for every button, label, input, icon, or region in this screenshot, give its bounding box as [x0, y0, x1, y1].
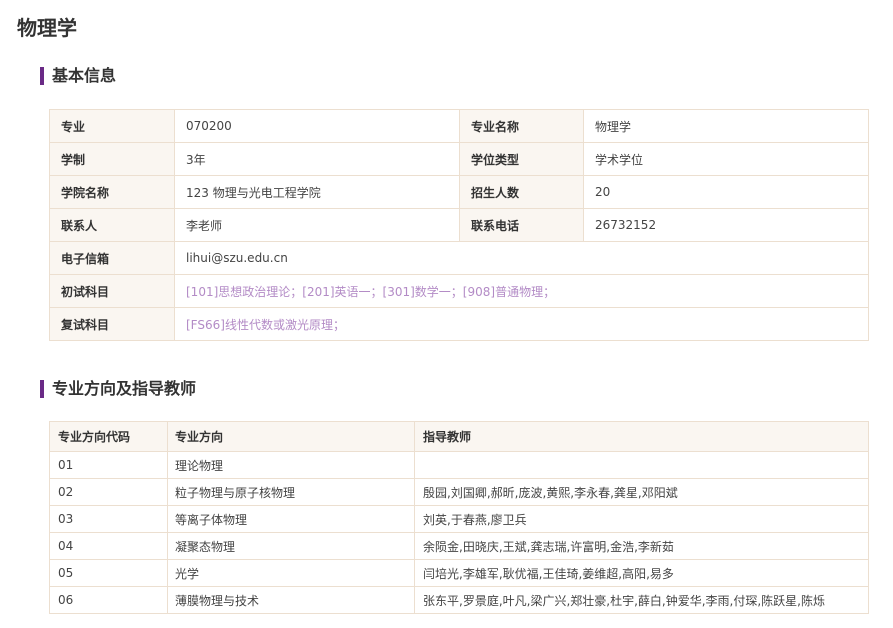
retest-link[interactable]: [FS66]线性代数或激光原理； [174, 307, 869, 341]
field-label: 联系电话 [459, 208, 584, 242]
field-label: 联系人 [49, 208, 175, 242]
table-row: 复试科目 [FS66]线性代数或激光原理； [49, 307, 869, 341]
retest-label: 复试科目 [49, 307, 175, 341]
direction-code: 02 [49, 478, 168, 506]
table-row: 专业 070200 专业名称 物理学 [49, 109, 869, 143]
directions-table: 专业方向代码 专业方向 指导教师 01 理论物理 02 粒子物理与原子核物理 殷… [49, 421, 869, 614]
direction-code: 05 [49, 559, 168, 587]
direction-name: 光学 [167, 559, 415, 587]
table-row: 学制 3年 学位类型 学术学位 [49, 142, 869, 176]
table-row: 02 粒子物理与原子核物理 殷园,刘国卿,郝昕,庞波,黄熙,李永春,龚星,邓阳斌 [49, 478, 869, 506]
column-header-direction: 专业方向 [167, 421, 415, 452]
direction-name: 等离子体物理 [167, 505, 415, 533]
column-header-advisors: 指导教师 [414, 421, 869, 452]
table-row: 初试科目 [101]思想政治理论；[201]英语一；[301]数学一；[908]… [49, 274, 869, 308]
direction-advisors: 闫培光,李雄军,耿优福,王佳琦,姜维超,高阳,易多 [414, 559, 869, 587]
direction-code: 06 [49, 586, 168, 614]
field-label: 学位类型 [459, 142, 584, 176]
direction-advisors: 刘英,于春燕,廖卫兵 [414, 505, 869, 533]
page-title: 物理学 [17, 16, 77, 40]
field-value: 123 物理与光电工程学院 [174, 175, 460, 209]
field-value: 学术学位 [583, 142, 869, 176]
field-value: 物理学 [583, 109, 869, 143]
direction-advisors [414, 451, 869, 479]
direction-name: 理论物理 [167, 451, 415, 479]
section-title-basic-info: 基本信息 [40, 66, 116, 86]
field-value: 3年 [174, 142, 460, 176]
direction-advisors: 张东平,罗景庭,叶凡,梁广兴,郑壮豪,杜宇,薛白,钟爱华,李雨,付琛,陈跃星,陈… [414, 586, 869, 614]
table-row: 05 光学 闫培光,李雄军,耿优福,王佳琦,姜维超,高阳,易多 [49, 559, 869, 587]
table-row: 06 薄膜物理与技术 张东平,罗景庭,叶凡,梁广兴,郑壮豪,杜宇,薛白,钟爱华,… [49, 586, 869, 614]
direction-name: 薄膜物理与技术 [167, 586, 415, 614]
direction-code: 04 [49, 532, 168, 560]
table-row: 电子信箱 lihui@szu.edu.cn [49, 241, 869, 275]
email-value: lihui@szu.edu.cn [174, 241, 869, 275]
direction-code: 01 [49, 451, 168, 479]
field-value: 26732152 [583, 208, 869, 242]
direction-name: 粒子物理与原子核物理 [167, 478, 415, 506]
field-value: 070200 [174, 109, 460, 143]
field-label: 专业 [49, 109, 175, 143]
table-row: 01 理论物理 [49, 451, 869, 479]
field-value: 李老师 [174, 208, 460, 242]
field-label: 招生人数 [459, 175, 584, 209]
direction-name: 凝聚态物理 [167, 532, 415, 560]
email-label: 电子信箱 [49, 241, 175, 275]
initial-exam-label: 初试科目 [49, 274, 175, 308]
initial-exam-link[interactable]: [101]思想政治理论；[201]英语一；[301]数学一；[908]普通物理； [174, 274, 869, 308]
direction-advisors: 余陨金,田晓庆,王斌,龚志瑞,许富明,金浩,李新茹 [414, 532, 869, 560]
table-row: 学院名称 123 物理与光电工程学院 招生人数 20 [49, 175, 869, 209]
table-row: 03 等离子体物理 刘英,于春燕,廖卫兵 [49, 505, 869, 533]
field-label: 学制 [49, 142, 175, 176]
column-header-code: 专业方向代码 [49, 421, 168, 452]
direction-code: 03 [49, 505, 168, 533]
basic-info-table: 专业 070200 专业名称 物理学 学制 3年 学位类型 学术学位 学院名称 … [49, 109, 869, 341]
field-value: 20 [583, 175, 869, 209]
table-row: 04 凝聚态物理 余陨金,田晓庆,王斌,龚志瑞,许富明,金浩,李新茹 [49, 532, 869, 560]
section-title-directions: 专业方向及指导教师 [40, 379, 196, 399]
field-label: 学院名称 [49, 175, 175, 209]
table-header-row: 专业方向代码 专业方向 指导教师 [49, 421, 869, 452]
direction-advisors: 殷园,刘国卿,郝昕,庞波,黄熙,李永春,龚星,邓阳斌 [414, 478, 869, 506]
table-row: 联系人 李老师 联系电话 26732152 [49, 208, 869, 242]
field-label: 专业名称 [459, 109, 584, 143]
